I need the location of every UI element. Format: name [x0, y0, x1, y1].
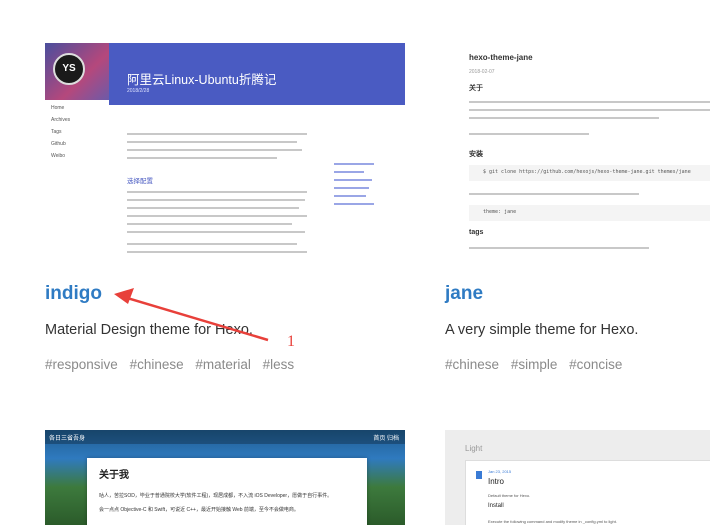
annotation-number: 1 — [287, 333, 295, 350]
annotation-arrow: 1 — [114, 288, 295, 350]
